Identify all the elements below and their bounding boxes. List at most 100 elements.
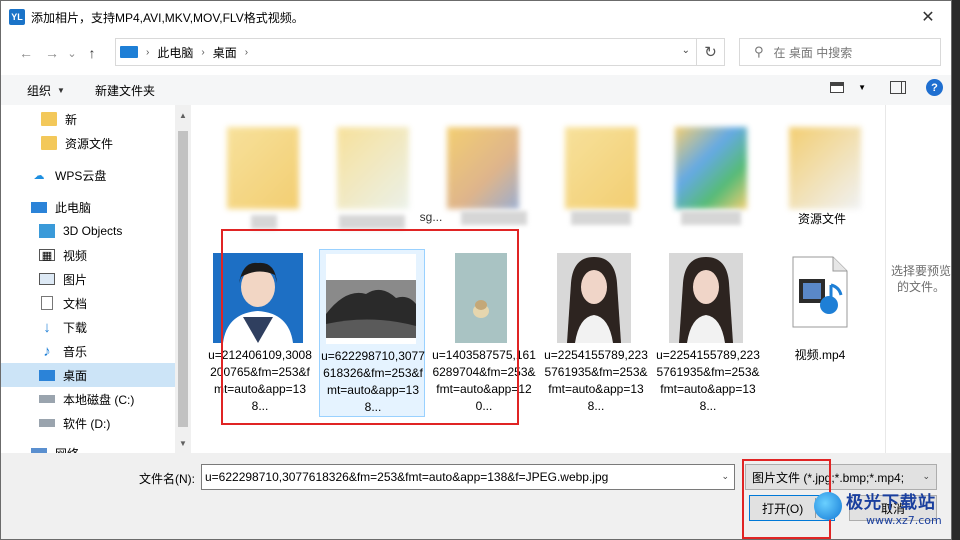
list-item[interactable]: u=2254155789,2235761935&fm=253&fmt=auto&…	[655, 251, 761, 419]
close-button[interactable]: ✕	[905, 1, 951, 33]
folder-icon	[565, 127, 637, 209]
desktop-icon	[39, 369, 55, 381]
file-label: u=2254155789,2235761935&fm=253&fmt=auto&…	[656, 348, 760, 413]
sidebar-item-label: 下载	[63, 320, 88, 335]
sidebar-item-3d-objects[interactable]: 3D Objects	[1, 219, 175, 243]
sidebar-item-label: 新	[65, 112, 78, 127]
search-input[interactable]: ⚲ 在 桌面 中搜索	[739, 38, 941, 66]
organize-menu[interactable]: 组织 ▼	[27, 82, 65, 99]
sidebar-item-drive-c[interactable]: 本地磁盘 (C:)	[1, 387, 175, 411]
filename-label: 文件名(N):	[139, 472, 195, 486]
photo-thumbnail	[557, 253, 631, 343]
site-watermark: 极光下载站 www.xz7.com	[814, 488, 960, 538]
sidebar-item-label: 3D Objects	[63, 224, 123, 238]
sidebar-scrollbar[interactable]: ▲ ▼	[175, 105, 191, 453]
folder-icon	[41, 112, 57, 126]
watermark-logo-icon	[814, 492, 842, 520]
cube-icon	[39, 224, 55, 238]
drive-icon	[39, 395, 55, 403]
new-folder-button[interactable]: 新建文件夹	[95, 82, 155, 99]
blurred-label	[461, 211, 527, 225]
music-icon: ♪	[43, 342, 51, 360]
sidebar-item-label: 资源文件	[65, 136, 114, 151]
file-label: u=2254155789,2235761935&fm=253&fmt=auto&…	[544, 348, 648, 413]
watermark-url: www.xz7.com	[866, 514, 942, 527]
breadcrumb-separator: ›	[201, 46, 205, 58]
sidebar-item-label: 图片	[63, 272, 88, 287]
file-label: 资源文件	[797, 212, 846, 226]
sidebar-item-resources[interactable]: 资源文件	[1, 131, 175, 155]
folder-icon	[41, 136, 57, 150]
caret-down-icon: ▼	[57, 85, 65, 95]
forward-button[interactable]: →	[39, 40, 65, 66]
sidebar-item-label: 视频	[63, 248, 88, 263]
computer-icon	[120, 46, 138, 58]
window-title: 添加相片，支持MP4,AVI,MKV,MOV,FLV格式视频。	[31, 10, 304, 25]
folder-icon	[675, 127, 747, 209]
sidebar-item-downloads[interactable]: ↓ 下载	[1, 315, 175, 339]
search-placeholder: 在 桌面 中搜索	[773, 45, 853, 60]
help-icon[interactable]: ?	[926, 79, 943, 96]
scrollbar-thumb[interactable]	[178, 131, 188, 427]
list-item[interactable]: 视频.mp4	[767, 251, 873, 381]
sidebar-item-videos[interactable]: ▦ 视频	[1, 243, 175, 267]
file-open-dialog: YL 添加相片，支持MP4,AVI,MKV,MOV,FLV格式视频。 ✕ ← →…	[0, 0, 952, 540]
preview-pane: 选择要预览的文件。	[885, 105, 951, 453]
preview-hint: 选择要预览的文件。	[890, 264, 951, 294]
document-icon	[41, 296, 53, 310]
sidebar-item-drive-d[interactable]: 软件 (D:)	[1, 411, 175, 435]
folder-icon	[789, 127, 861, 209]
photo-thumbnail	[669, 253, 743, 343]
recent-locations-button[interactable]: ⌄	[65, 40, 79, 66]
navigation-pane: 新 资源文件 ☁ WPS云盘 此电脑 3D Objects ▦ 视频 图片 文档	[1, 105, 191, 453]
up-button[interactable]: ↑	[79, 40, 105, 66]
chevron-down-icon[interactable]: ⌄	[721, 471, 729, 482]
video-file-icon	[792, 256, 848, 328]
folder-icon	[337, 127, 409, 209]
address-bar[interactable]: › 此电脑 › 桌面 › ⌄	[115, 38, 697, 66]
picture-icon	[39, 273, 55, 285]
back-button[interactable]: ←	[13, 40, 39, 66]
breadcrumb-separator: ›	[146, 46, 150, 58]
refresh-button[interactable]: ↻	[697, 38, 725, 66]
filename-input[interactable]: u=622298710,3077618326&fm=253&fmt=auto&a…	[201, 464, 735, 490]
sidebar-item-label: 软件 (D:)	[63, 416, 111, 431]
sidebar-item-network[interactable]: 网络	[1, 441, 175, 453]
watermark-title: 极光下载站	[846, 493, 936, 513]
list-item[interactable]: u=2254155789,2235761935&fm=253&fmt=auto&…	[543, 251, 649, 419]
app-icon: YL	[9, 9, 25, 25]
cloud-icon: ☁	[33, 169, 45, 182]
sidebar-item-desktop[interactable]: 桌面	[1, 363, 175, 387]
highlight-box-images	[221, 229, 519, 425]
chevron-down-icon: ⌄	[922, 471, 930, 481]
sidebar-item-label: 此电脑	[55, 200, 92, 215]
breadcrumb-separator: ›	[244, 46, 249, 58]
search-icon: ⚲	[754, 44, 764, 59]
view-options-icon[interactable]	[830, 82, 845, 93]
sidebar-item-label: 音乐	[63, 344, 88, 359]
sidebar-item-pictures[interactable]: 图片	[1, 267, 175, 291]
sidebar-item-label: 本地磁盘 (C:)	[63, 392, 135, 407]
preview-pane-icon[interactable]	[890, 81, 906, 94]
sidebar-item-documents[interactable]: 文档	[1, 291, 175, 315]
folder-icon	[227, 127, 299, 209]
sidebar-item-label: WPS云盘	[55, 168, 107, 183]
breadcrumb-desktop[interactable]: 桌面	[213, 44, 237, 61]
scroll-down-icon[interactable]: ▼	[175, 435, 191, 451]
folder-icon	[447, 127, 519, 209]
organize-label: 组织	[27, 83, 52, 98]
sidebar-item-music[interactable]: ♪ 音乐	[1, 339, 175, 363]
breadcrumb-this-pc[interactable]: 此电脑	[157, 44, 193, 61]
caret-down-icon[interactable]: ▼	[858, 83, 866, 92]
sidebar-item-wps-cloud[interactable]: ☁ WPS云盘	[1, 163, 175, 187]
command-toolbar: 组织 ▼ 新建文件夹 ▼ ?	[1, 75, 951, 105]
scroll-up-icon[interactable]: ▲	[175, 107, 191, 123]
download-icon: ↓	[43, 318, 51, 336]
file-label: 视频.mp4	[794, 348, 846, 362]
sidebar-item-this-pc[interactable]: 此电脑	[1, 195, 175, 219]
computer-icon	[31, 201, 47, 213]
background-strip	[952, 0, 960, 540]
chevron-down-icon[interactable]: ⌄	[682, 45, 690, 56]
sidebar-item-label: 桌面	[63, 368, 88, 383]
sidebar-item-new[interactable]: 新	[1, 107, 175, 131]
